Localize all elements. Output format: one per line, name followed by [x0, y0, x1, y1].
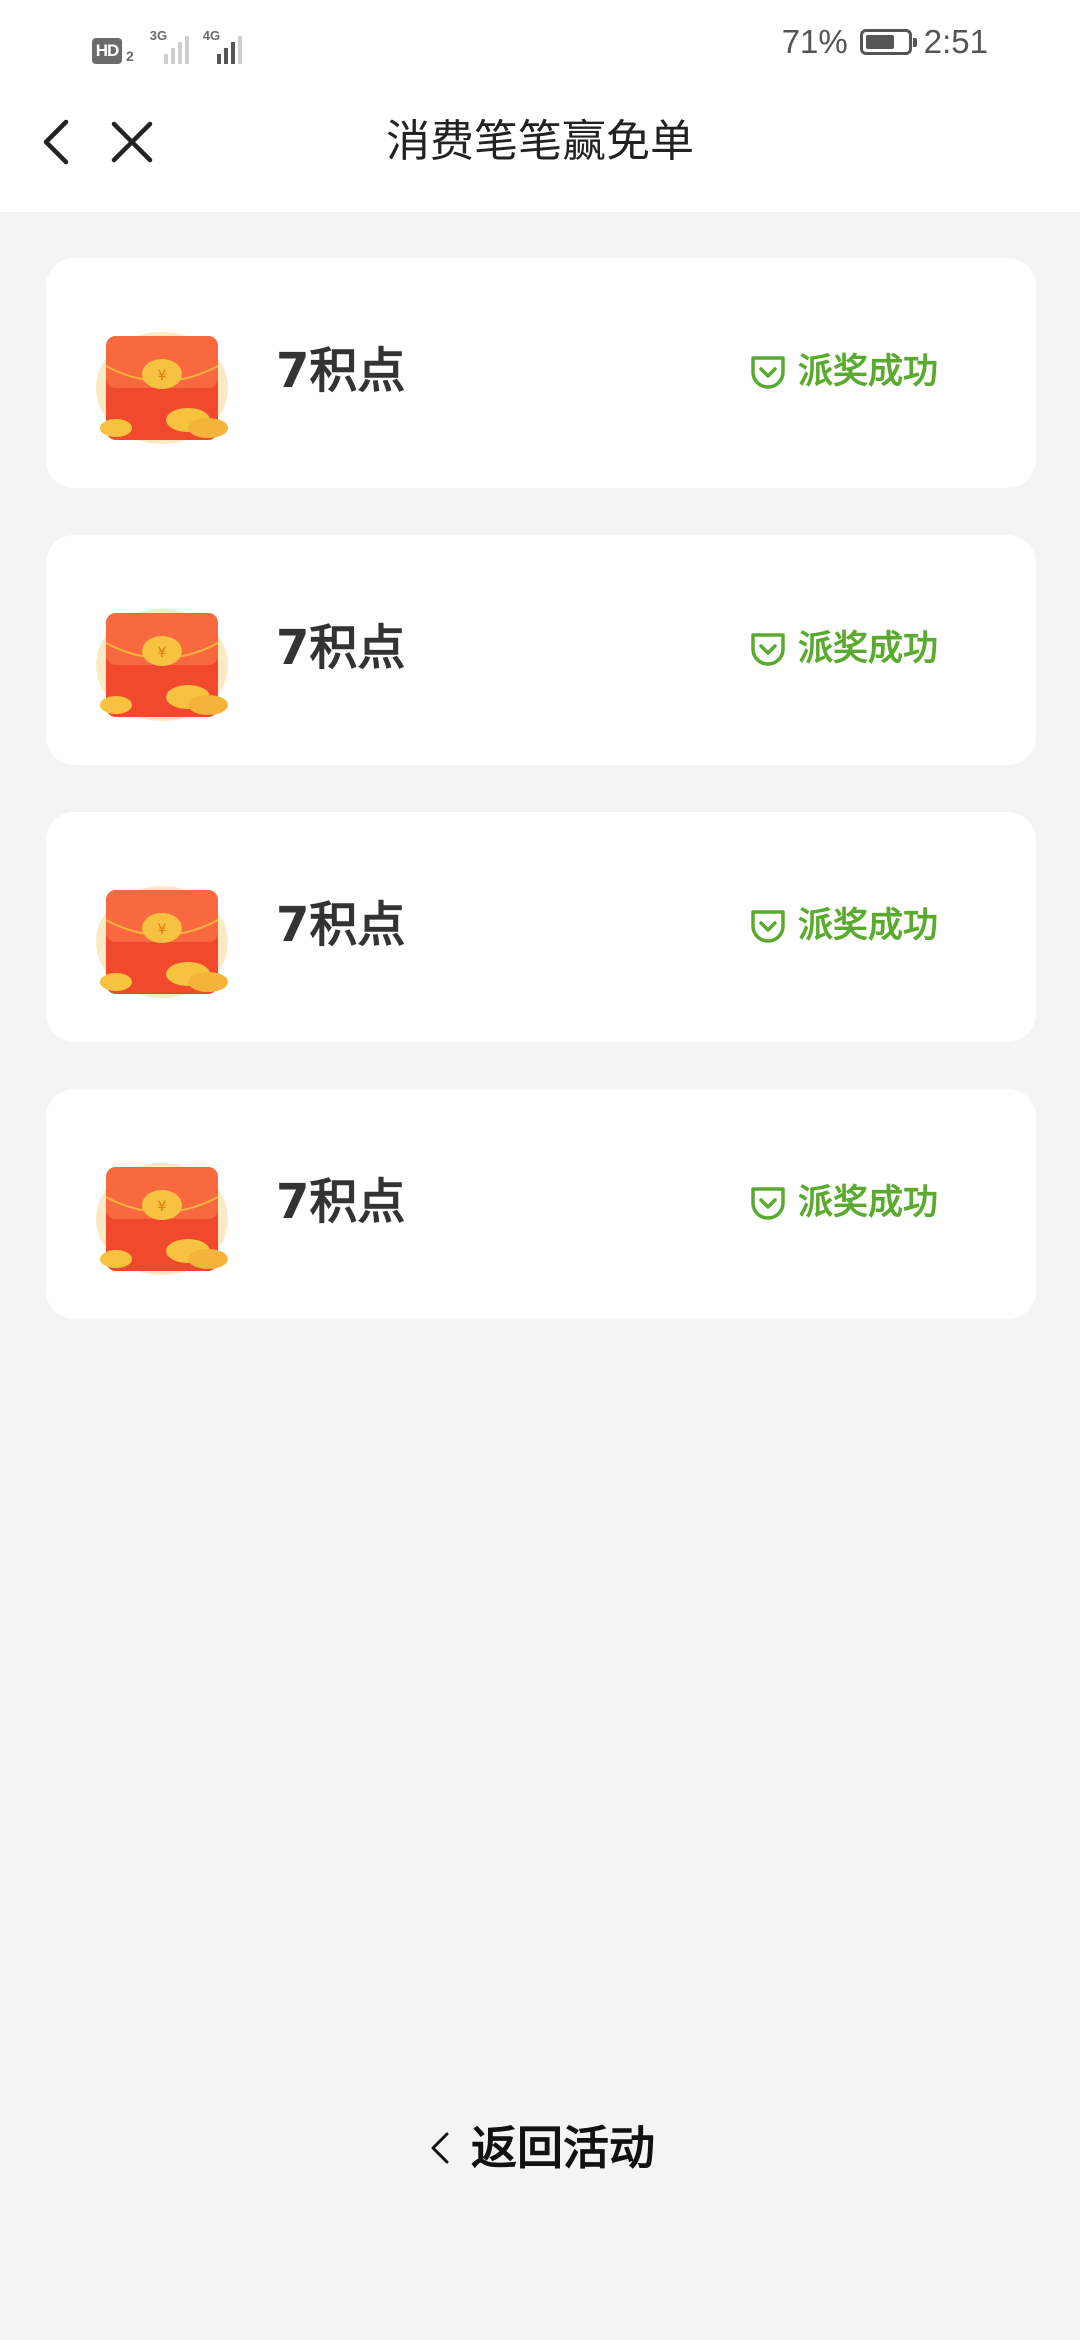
- red-envelope-icon: ¥: [96, 886, 228, 998]
- pocket-check-icon: [751, 1187, 785, 1220]
- network-4g-label: 4G: [202, 28, 221, 43]
- network-3g-label: 3G: [149, 28, 168, 43]
- signal-bars-icon: [216, 36, 242, 64]
- network-3g: 3G: [149, 28, 189, 64]
- reward-status-label: 派奖成功: [797, 1183, 938, 1223]
- signal-bars-icon: [163, 36, 189, 64]
- nav-bar: 消费笔笔赢免单: [0, 84, 1080, 212]
- reward-status-label: 派奖成功: [797, 352, 938, 392]
- clock: 2:51: [923, 23, 988, 60]
- chevron-left-icon: [431, 2132, 449, 2164]
- hd-sub-label: 2: [126, 48, 134, 64]
- hd-badge: HD: [92, 38, 122, 64]
- reward-amount: 7积点: [276, 1174, 406, 1230]
- reward-list: ¥ 7积点 派奖成功 ¥ 7积点 派奖成功 ¥ 7积点 派奖成功 ¥ 7积点 派…: [46, 258, 1036, 1366]
- reward-status-label: 派奖成功: [797, 629, 938, 669]
- status-bar: HD 2 3G 4G 71% 2:51: [0, 0, 1080, 84]
- svg-text:¥: ¥: [158, 1199, 167, 1215]
- svg-text:¥: ¥: [158, 368, 167, 384]
- red-envelope-icon: ¥: [96, 332, 228, 444]
- pocket-check-icon: [751, 356, 785, 389]
- svg-text:¥: ¥: [158, 645, 167, 661]
- return-activity-label: 返回活动: [471, 2121, 655, 2175]
- reward-card[interactable]: ¥ 7积点 派奖成功: [46, 535, 1036, 765]
- reward-card[interactable]: ¥ 7积点 派奖成功: [46, 1089, 1036, 1319]
- page-title: 消费笔笔赢免单: [386, 116, 694, 167]
- reward-amount: 7积点: [276, 620, 406, 676]
- battery-percent: 71%: [781, 23, 848, 60]
- red-envelope-icon: ¥: [96, 609, 228, 721]
- battery-level: [865, 35, 894, 49]
- return-activity-button[interactable]: 返回活动: [0, 2118, 1080, 2178]
- pocket-check-icon: [751, 910, 785, 943]
- pocket-check-icon: [751, 633, 785, 666]
- status-right: 71% 2:51: [782, 18, 988, 66]
- reward-status: 派奖成功: [748, 625, 938, 673]
- page: HD 2 3G 4G 71% 2:51 消费笔笔赢免单 ¥ 7积点 派奖成功 ¥…: [0, 0, 1080, 2340]
- reward-amount: 7积点: [276, 343, 406, 399]
- reward-card[interactable]: ¥ 7积点 派奖成功: [46, 812, 1036, 1042]
- reward-status: 派奖成功: [748, 348, 938, 396]
- reward-card[interactable]: ¥ 7积点 派奖成功: [46, 258, 1036, 488]
- status-left: HD 2 3G 4G: [92, 24, 242, 64]
- battery-icon: [859, 29, 917, 55]
- reward-amount: 7积点: [276, 897, 406, 953]
- svg-text:¥: ¥: [158, 922, 167, 938]
- reward-status-label: 派奖成功: [797, 906, 938, 946]
- reward-status: 派奖成功: [748, 902, 938, 950]
- network-4g: 4G: [202, 28, 242, 64]
- red-envelope-icon: ¥: [96, 1163, 228, 1275]
- reward-status: 派奖成功: [748, 1179, 938, 1227]
